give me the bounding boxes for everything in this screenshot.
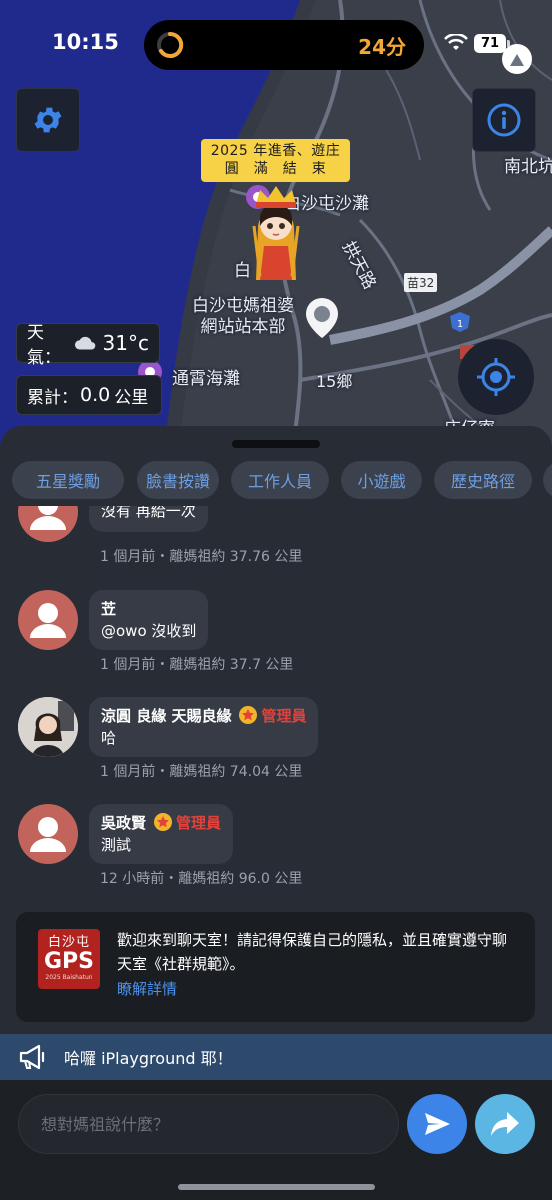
distance-unit: 公里 [114,387,149,408]
dynamic-island[interactable]: 24分 [144,20,424,70]
message-bubble[interactable]: 苙 @owo 沒收到 [89,590,209,650]
map-label-sea-beach: 通霄海灘 [172,369,240,389]
locate-button[interactable] [458,339,534,415]
default-user-icon [30,817,66,852]
welcome-text: 歡迎來到聊天室！請記得保護自己的隱私，並且確實遵守聊天室《社群規範》。 [117,931,508,973]
send-button[interactable] [407,1094,467,1154]
tab-history-path[interactable]: 歷史路徑 [434,461,532,499]
learn-more-link[interactable]: 瞭解詳情 [117,978,177,999]
admin-star-icon [239,706,258,724]
user-photo-avatar [18,697,78,757]
distance-pill: 累計： 0.0 公里 [16,375,162,415]
message-bubble[interactable]: 涼圓 良緣 天賜良緣 管理員 哈 [89,697,319,757]
sender-name: 吳政賢 [101,814,147,832]
weather-temperature: 31°c [102,331,149,355]
avatar[interactable] [18,697,78,757]
admin-star-icon [154,813,173,831]
composer [0,1080,552,1200]
tab-staff[interactable]: 工作人員 [231,461,329,499]
route-shield-32: 苗32 [404,273,438,292]
message-meta: 1 個月前・離媽祖約 74.04 公里 [100,764,303,780]
avatar[interactable] [18,804,78,864]
status-time: 10:15 [52,30,119,54]
message-input[interactable] [18,1094,399,1154]
info-icon [487,103,521,137]
announcement-ticker[interactable]: 哈囉 iPlayground 耶！ [0,1034,552,1080]
announcement-text: 2025 年進香、遊庄 圓 滿 結 束 [210,143,341,177]
chat-panel: 五星獎勵 臉書按讚 工作人員 小遊戲 歷史路徑 沒有 再給一次 1 個月前・離媽… [0,426,552,1200]
home-indicator[interactable] [178,1184,375,1190]
map-label-town: 白沙屯媽祖婆 網站站本部 [192,296,294,337]
admin-badge: 管理員 [154,813,222,832]
mazu-avatar-marker[interactable] [246,186,306,284]
tab-facebook-like[interactable]: 臉書按讚 [137,461,219,499]
distance-label: 累計： [27,387,78,408]
weather-pill: 天氣： 31°c [16,323,160,368]
message-meta: 1 個月前・離媽祖約 37.7 公里 [100,657,294,673]
message-text: @owo 沒收到 [101,622,197,640]
default-user-icon [30,603,66,638]
tab-bar: 五星獎勵 臉書按讚 工作人員 小遊戲 歷史路徑 [0,461,552,501]
settings-button[interactable] [16,88,80,152]
share-button[interactable] [475,1094,535,1154]
activity-ring-icon [157,31,184,58]
message-text: 測試 [101,836,132,854]
battery-indicator: 71 [474,34,510,53]
default-user-icon [30,506,66,530]
logo-sub-text: 2025 Baishatun [45,974,93,981]
weather-label: 天氣： [27,323,61,368]
message-bubble[interactable]: 沒有 再給一次 [89,506,208,532]
message-meta: 1 個月前・離媽祖約 37.76 公里 [100,549,303,565]
admin-badge-label: 管理員 [176,814,222,832]
gear-icon [34,107,62,133]
send-icon [425,1113,450,1135]
distance-value: 0.0 [80,384,111,406]
welcome-card: 白沙屯 GPS 2025 Baishatun 歡迎來到聊天室！請記得保護自己的隱… [16,912,535,1022]
message-text: 哈 [101,729,117,747]
crosshair-icon [477,358,515,396]
announcement-bubble[interactable]: 2025 年進香、遊庄 圓 滿 結 束 [201,139,350,182]
info-button[interactable] [472,88,536,152]
sender-name: 苙 [101,600,117,618]
activity-minutes: 24分 [358,35,406,59]
cloud-icon [75,336,96,350]
map-label-nanbei: 南北坑 [504,157,552,177]
message-meta: 12 小時前・離媽祖約 96.0 公里 [100,871,303,887]
admin-badge: 管理員 [239,706,307,725]
avatar[interactable] [18,590,78,650]
map-view[interactable]: 1 白沙屯沙灘 白 白沙屯媽祖婆 網站站本部 通霄海灘 拱天路 15鄉 苗32 … [0,0,552,470]
map-label-road-15: 15鄉 [316,372,353,391]
logo-main-text: GPS [43,949,95,974]
tab-five-star[interactable]: 五星獎勵 [12,461,124,499]
svg-text:1: 1 [457,319,463,330]
message-text: 沒有 再給一次 [101,506,196,520]
megaphone-icon [19,1044,45,1070]
wifi-icon [444,34,468,50]
ticker-text: 哈囉 iPlayground 耶！ [64,1049,233,1068]
logo-top-text: 白沙屯 [47,935,90,950]
sheet-grabber[interactable] [232,440,320,448]
tab-mini-game[interactable]: 小遊戲 [341,461,422,499]
sender-name: 涼圓 良緣 天賜良緣 [101,707,232,725]
avatar[interactable] [18,506,78,542]
tab-more[interactable] [543,461,552,499]
share-icon [491,1112,519,1136]
admin-badge-label: 管理員 [261,707,307,725]
message-bubble[interactable]: 吳政賢 管理員 測試 [89,804,234,864]
app-logo: 白沙屯 GPS 2025 Baishatun [38,929,100,989]
